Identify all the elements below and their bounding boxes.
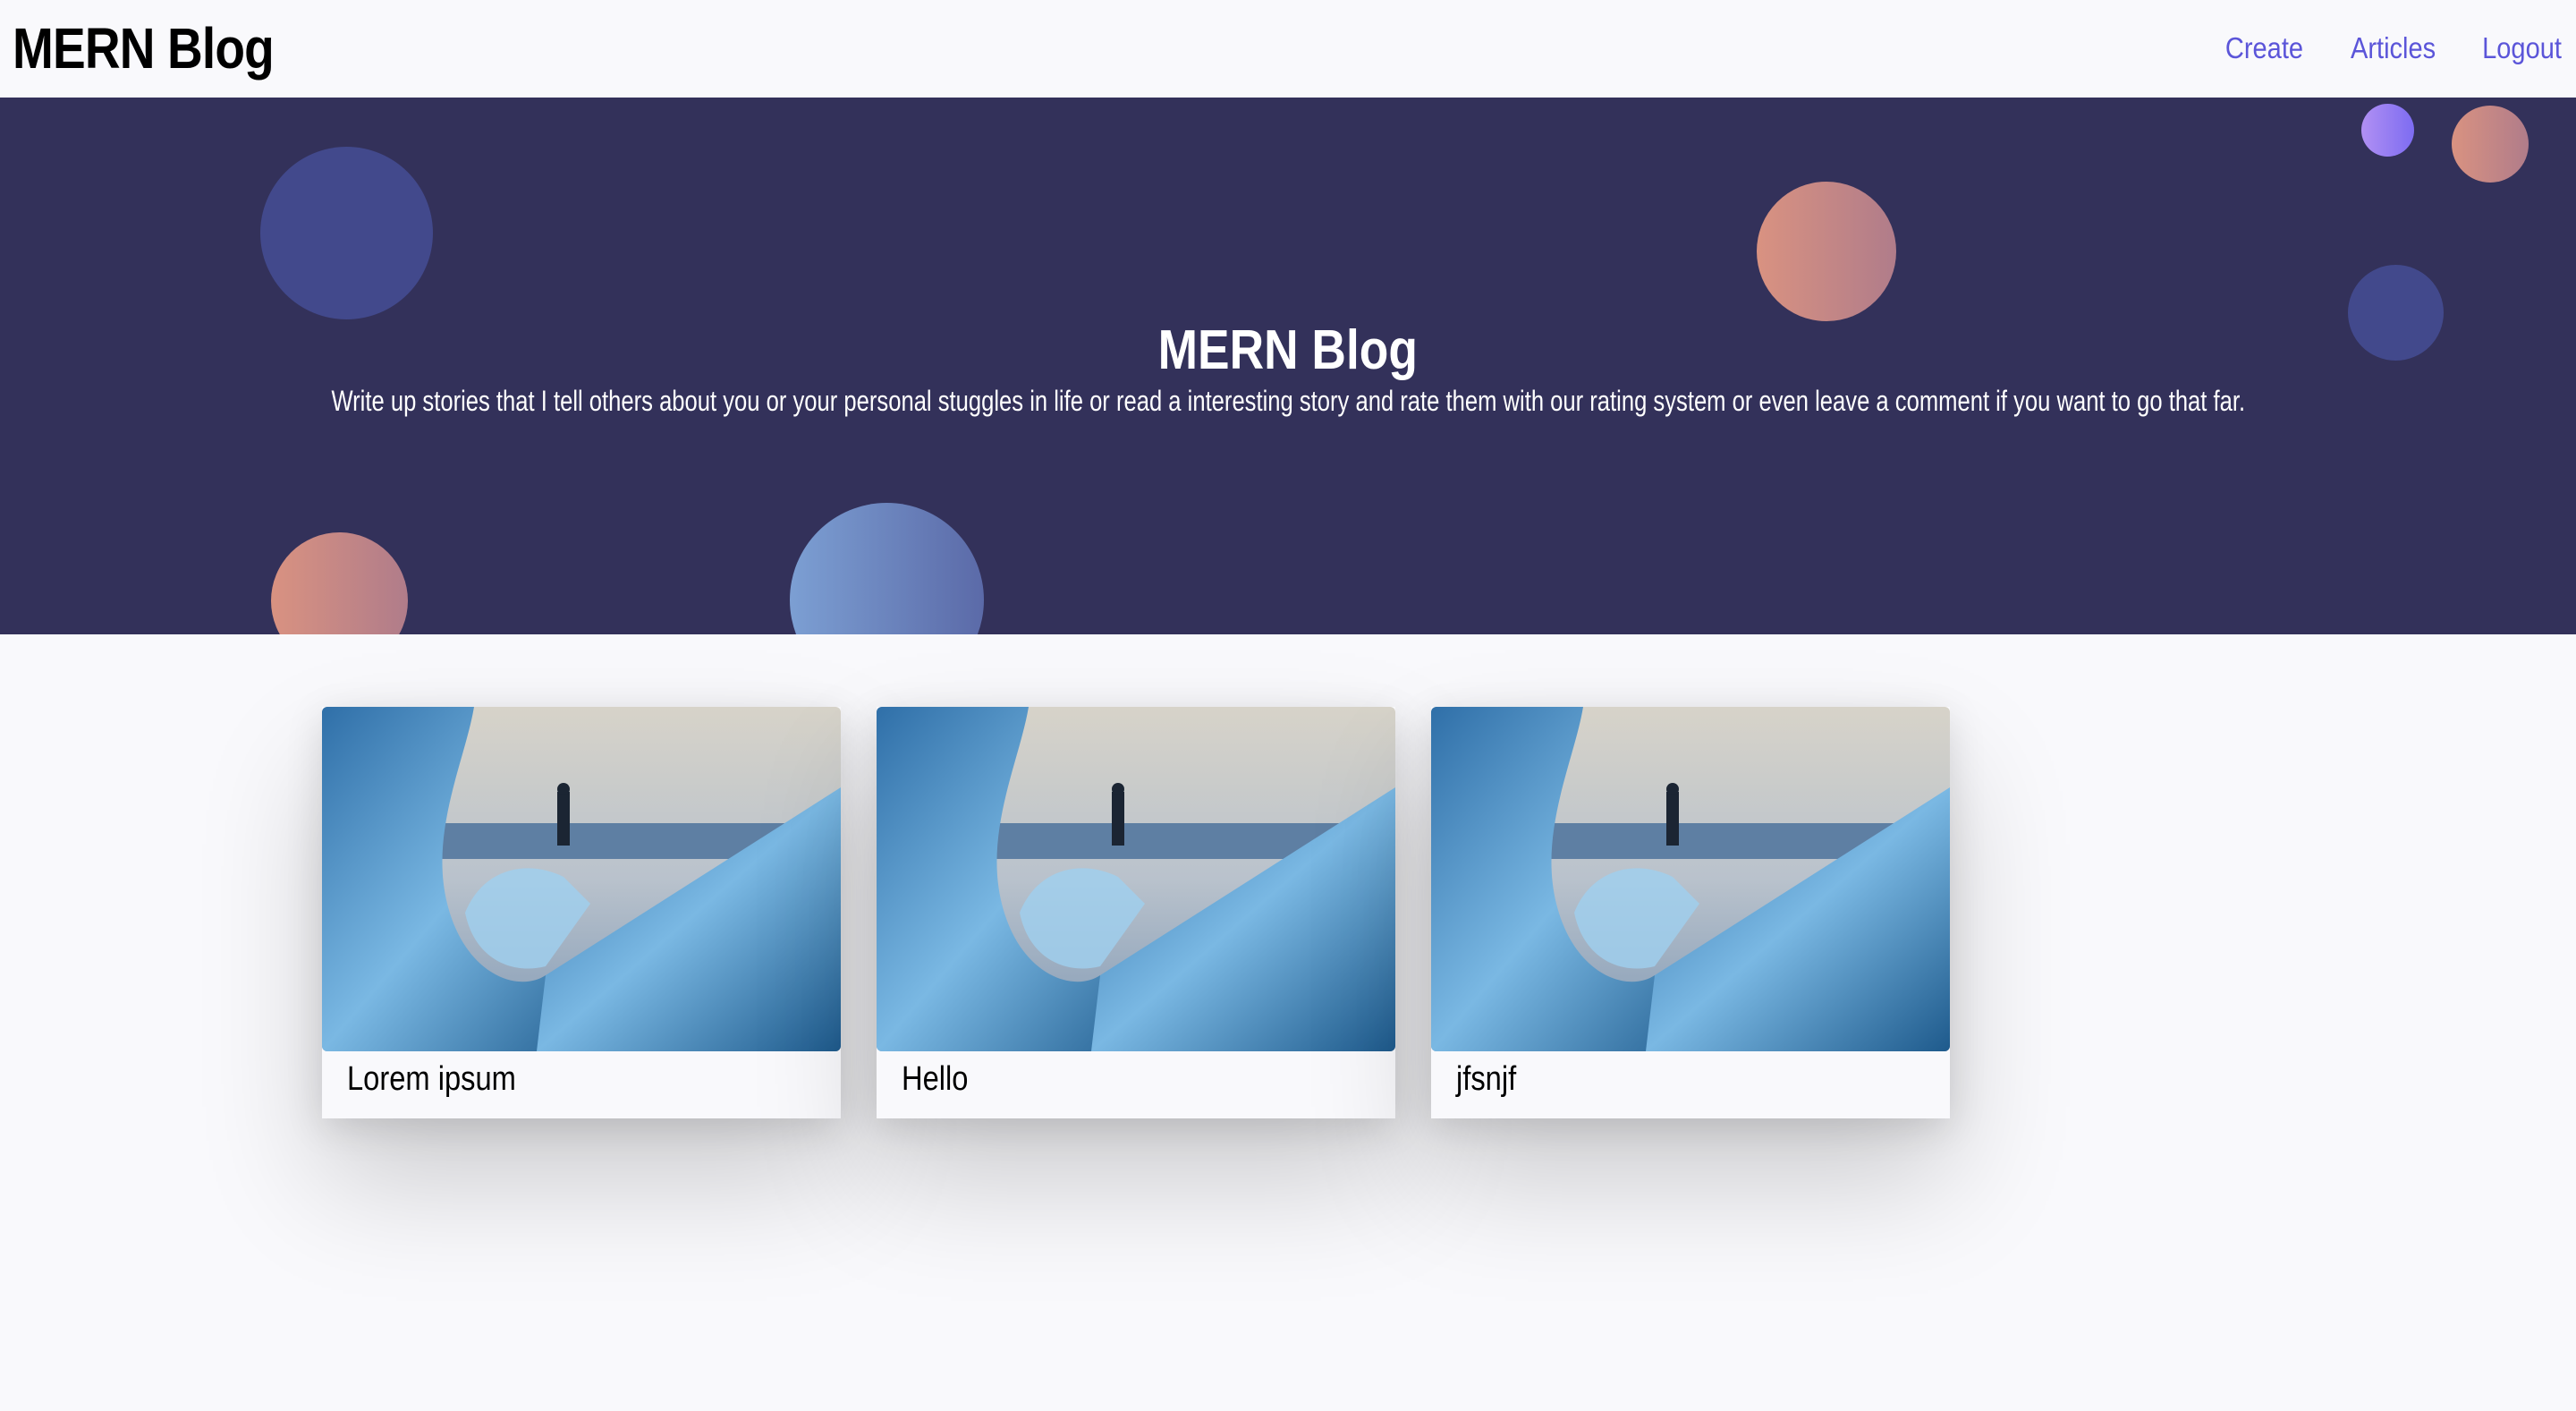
- article-card-list: Lorem ipsum Hello jfsnjf: [322, 707, 1950, 1118]
- nav-link-create[interactable]: Create: [2225, 31, 2303, 65]
- top-navbar: MERN Blog Create Articles Logout: [0, 0, 2576, 98]
- hero-banner: MERN Blog Write up stories that I tell o…: [0, 98, 2576, 634]
- article-card[interactable]: Lorem ipsum: [322, 707, 841, 1118]
- brand-logo[interactable]: MERN Blog: [13, 13, 275, 84]
- decorative-bubble: [2361, 104, 2414, 157]
- article-thumbnail: [877, 707, 1395, 1051]
- nav-link-articles[interactable]: Articles: [2351, 31, 2436, 65]
- article-title: jfsnjf: [1456, 1060, 1517, 1098]
- nav-link-logout[interactable]: Logout: [2482, 31, 2562, 65]
- decorative-bubble: [271, 532, 408, 634]
- hero-subtitle: Write up stories that I tell others abou…: [331, 385, 2245, 417]
- decorative-bubble: [790, 503, 984, 634]
- nav-links: Create Articles Logout: [2215, 27, 2562, 70]
- article-card[interactable]: Hello: [877, 707, 1395, 1118]
- article-card[interactable]: jfsnjf: [1431, 707, 1950, 1118]
- decorative-bubble: [260, 147, 433, 319]
- article-thumbnail: [322, 707, 841, 1051]
- decorative-bubble: [1757, 182, 1896, 321]
- article-title: Hello: [902, 1060, 969, 1098]
- article-title: Lorem ipsum: [347, 1060, 516, 1098]
- article-thumbnail: [1431, 707, 1950, 1051]
- decorative-bubble: [2452, 106, 2529, 183]
- hero-title: MERN Blog: [1157, 319, 1419, 381]
